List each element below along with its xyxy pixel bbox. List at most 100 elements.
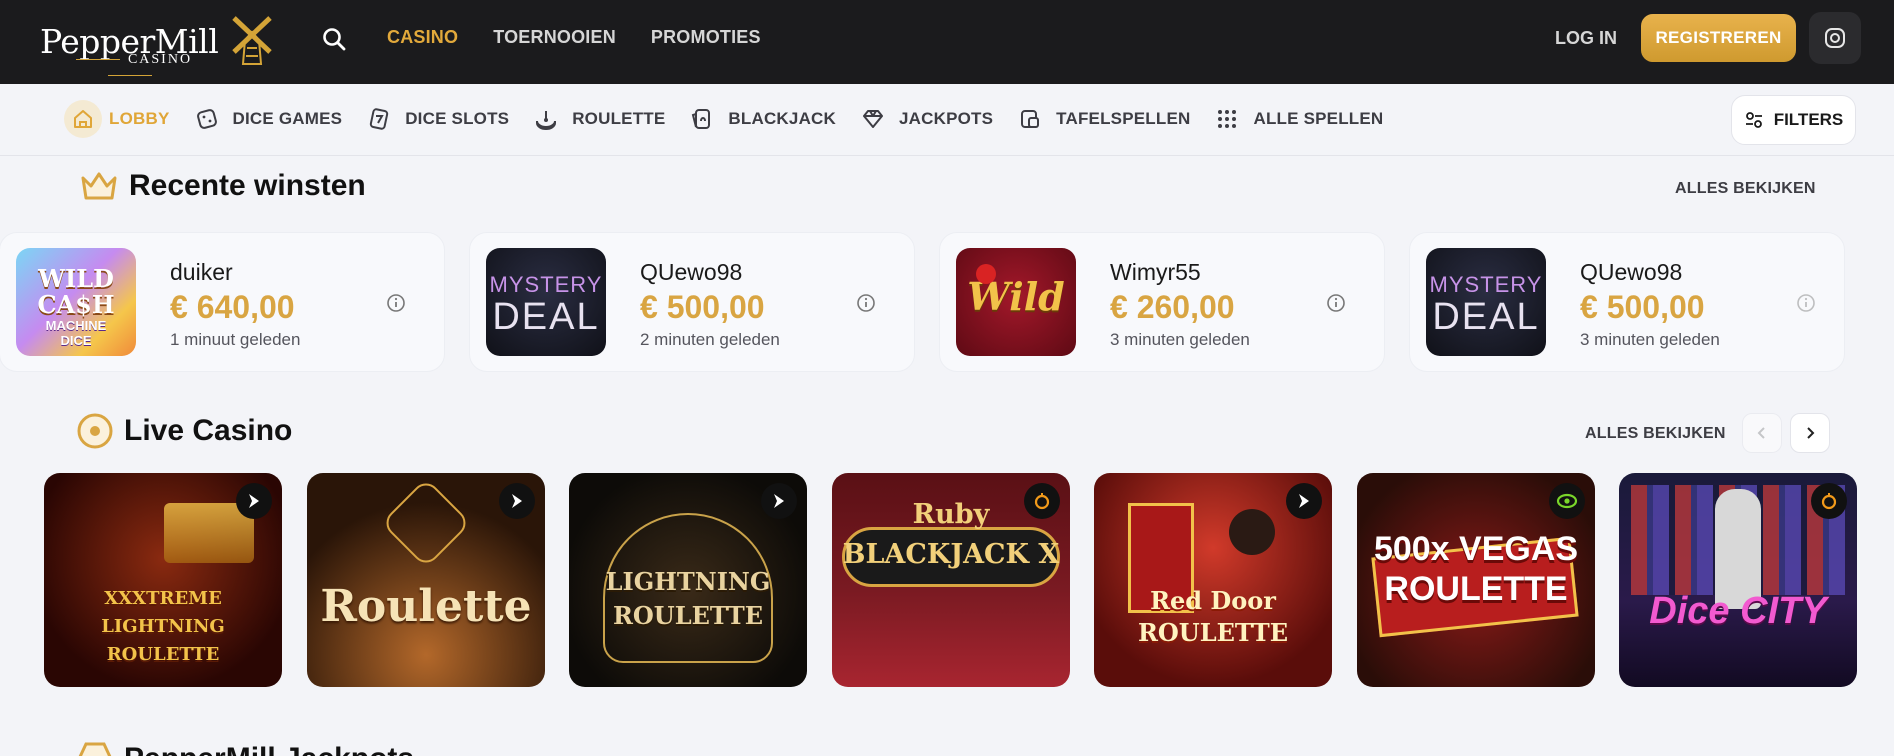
game-title: LIGHTNING ROULETTE	[605, 567, 771, 630]
category-alle-spellen[interactable]: ALLE SPELLEN	[1208, 98, 1383, 140]
section-title: PepperMill Jackpots	[124, 742, 414, 756]
win-time: 1 minuut geleden	[170, 330, 301, 349]
recent-win-card[interactable]: MYSTERY DEAL QUewo98 € 500,00 2 minuten …	[469, 232, 915, 372]
register-button[interactable]: REGISTREREN	[1641, 14, 1796, 62]
evolution-badge-icon	[236, 483, 272, 519]
game-tile[interactable]: Ruby BLACKJACK X	[832, 473, 1070, 687]
winner-username: Wimyr55	[1110, 259, 1201, 285]
live-icon	[77, 413, 113, 449]
info-icon[interactable]	[856, 293, 876, 313]
windmill-icon	[232, 16, 272, 65]
game-tile[interactable]: LIGHTNING ROULETTE	[569, 473, 807, 687]
section-title: Live Casino	[124, 414, 293, 447]
grid-icon	[1208, 100, 1246, 138]
logo-subtext: CASINO	[40, 52, 220, 84]
category-dice-slots[interactable]: DICE SLOTS	[360, 98, 509, 140]
pragmatic-badge-icon	[1811, 483, 1847, 519]
top-navigation-bar: PepperMill CASINO CASINO TOERNOOIEN PROM…	[0, 0, 1894, 84]
game-thumbnail: MYSTERY DEAL	[486, 248, 606, 356]
category-dice-games[interactable]: DICE GAMES	[188, 98, 343, 140]
roulette-icon	[527, 100, 565, 138]
game-tile[interactable]: Roulette	[307, 473, 545, 687]
win-time: 2 minuten geleden	[640, 330, 780, 349]
game-thumbnail: MYSTERY DEAL	[1426, 248, 1546, 356]
win-time: 3 minuten geleden	[1580, 330, 1720, 349]
crown-icon	[81, 172, 117, 200]
game-tile[interactable]: Dice CITY	[1619, 473, 1857, 687]
evolution-badge-icon	[499, 483, 535, 519]
game-thumbnail: WILD CA$H MACHINE DICE	[16, 248, 136, 356]
winner-username: duiker	[170, 259, 233, 285]
category-tafelspellen[interactable]: TAFELSPELLEN	[1011, 98, 1190, 140]
jackpot-icon	[78, 742, 112, 756]
category-roulette[interactable]: ROULETTE	[527, 98, 665, 140]
site-logo[interactable]: PepperMill CASINO	[40, 12, 275, 70]
category-blackjack[interactable]: BLACKJACK	[683, 98, 836, 140]
win-amount: € 260,00	[1110, 289, 1235, 325]
category-label: ROULETTE	[572, 109, 666, 128]
cards-icon	[683, 100, 721, 138]
game-title: Red Door ROULETTE	[1137, 586, 1289, 647]
win-time: 3 minuten geleden	[1110, 330, 1250, 349]
info-icon[interactable]	[386, 293, 406, 313]
info-icon[interactable]	[1796, 293, 1816, 313]
live-casino-see-all[interactable]: ALLES BEKIJKEN	[1585, 425, 1726, 443]
info-icon[interactable]	[1326, 293, 1346, 313]
carousel-next-button[interactable]	[1790, 413, 1830, 453]
win-amount: € 640,00	[170, 289, 295, 325]
game-title: Dice CITY	[1649, 590, 1827, 632]
live-casino-header: Live Casino	[76, 412, 292, 450]
chevron-right-icon	[1807, 427, 1815, 439]
filters-label: FILTERS	[1773, 110, 1844, 129]
recent-wins-header: Recente winsten	[79, 168, 366, 204]
category-label: DICE GAMES	[232, 109, 343, 128]
evolution-badge-icon	[761, 483, 797, 519]
win-amount: € 500,00	[640, 289, 765, 325]
section-title: Recente winsten	[129, 169, 366, 202]
game-tile[interactable]: XXXTREME LIGHTNING ROULETTE	[44, 473, 282, 687]
recent-wins-see-all[interactable]: ALLES BEKIJKEN	[1675, 180, 1816, 198]
table-games-icon	[1011, 100, 1049, 138]
nav-casino[interactable]: CASINO	[387, 27, 458, 48]
game-title: XXXTREME LIGHTNING ROULETTE	[101, 588, 225, 665]
home-icon	[64, 100, 102, 138]
winner-username: QUewo98	[1580, 259, 1683, 285]
dice-icon	[188, 100, 226, 138]
evolution-badge-icon	[1286, 483, 1322, 519]
recent-win-card[interactable]: WILD CA$H MACHINE DICE duiker € 640,00 1 m…	[0, 232, 445, 372]
category-label: DICE SLOTS	[405, 109, 510, 128]
category-label: BLACKJACK	[728, 109, 836, 128]
game-title: 500x VEGAS ROULETTE	[1373, 530, 1579, 608]
game-thumbnail: Wild	[956, 248, 1076, 356]
category-jackpots[interactable]: JACKPOTS	[854, 98, 993, 140]
game-tile[interactable]: Red Door ROULETTE	[1094, 473, 1332, 687]
login-button[interactable]: LOG IN	[1555, 28, 1617, 49]
category-bar: LOBBY DICE GAMES DICE SLOTS ROULETTE BLA…	[0, 84, 1894, 156]
category-label: ALLE SPELLEN	[1253, 109, 1384, 128]
settings-button[interactable]	[1809, 12, 1861, 64]
gear-icon	[1825, 28, 1845, 48]
ezugi-badge-icon	[1549, 483, 1585, 519]
nav-toernooien[interactable]: TOERNOOIEN	[493, 27, 616, 48]
search-icon[interactable]	[321, 26, 347, 52]
pragmatic-badge-icon	[1024, 483, 1060, 519]
filter-icon	[1745, 112, 1762, 128]
jackpots-header: PepperMill Jackpots	[76, 740, 414, 756]
diamond-icon	[854, 100, 892, 138]
filters-button[interactable]: FILTERS	[1731, 95, 1856, 145]
category-label: TAFELSPELLEN	[1056, 109, 1191, 128]
carousel-arrows	[1742, 413, 1830, 453]
chevron-left-icon	[1757, 427, 1765, 439]
winner-username: QUewo98	[640, 259, 743, 285]
game-title: Roulette	[320, 581, 532, 632]
carousel-prev-button[interactable]	[1742, 413, 1782, 453]
nav-promoties[interactable]: PROMOTIES	[651, 27, 761, 48]
game-tile[interactable]: 500x VEGAS ROULETTE	[1357, 473, 1595, 687]
dice-slot-icon	[360, 100, 398, 138]
recent-win-card[interactable]: Wild Wimyr55 € 260,00 3 minuten geleden	[939, 232, 1385, 372]
category-lobby[interactable]: LOBBY	[64, 98, 170, 140]
category-label: JACKPOTS	[899, 109, 994, 128]
win-amount: € 500,00	[1580, 289, 1705, 325]
category-label: LOBBY	[109, 109, 170, 128]
recent-win-card[interactable]: MYSTERY DEAL QUewo98 € 500,00 3 minuten …	[1409, 232, 1845, 372]
